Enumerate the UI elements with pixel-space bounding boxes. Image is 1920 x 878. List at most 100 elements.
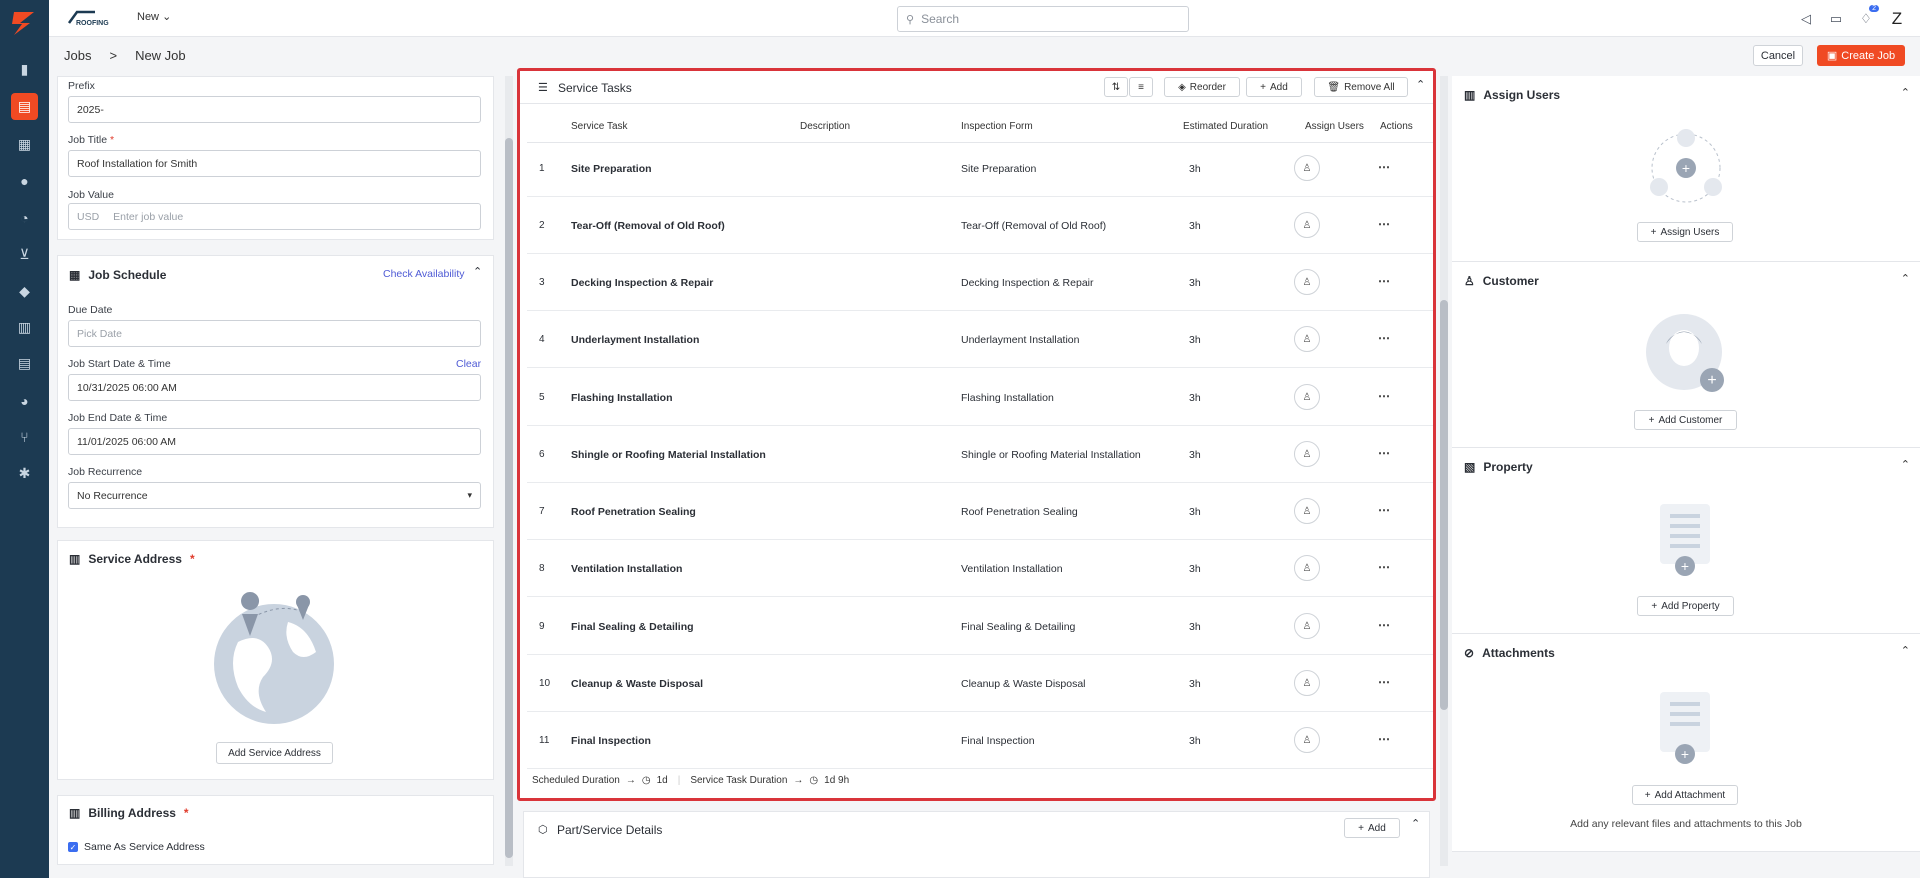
table-row[interactable]: 11 Final Inspection Final Inspection 3h ♙ ⋯	[527, 712, 1433, 769]
recurrence-select[interactable]: No Recurrence ▾	[68, 482, 481, 509]
map-icon: ▥	[69, 806, 81, 820]
start-date-field[interactable]: 10/31/2025 06:00 AM	[68, 374, 481, 401]
attachments-illustration: +	[1660, 692, 1710, 764]
assign-user-icon[interactable]: ♙	[1294, 269, 1320, 295]
chevron-up-icon[interactable]: ⌃	[1901, 86, 1910, 99]
assign-user-icon[interactable]: ♙	[1294, 613, 1320, 639]
middle-scrollbar-thumb[interactable]	[1440, 300, 1448, 710]
cancel-button[interactable]: Cancel	[1753, 45, 1803, 66]
assign-user-icon[interactable]: ♙	[1294, 555, 1320, 581]
map-icon[interactable]: ▥	[11, 314, 38, 341]
prefix-field[interactable]: 2025-	[68, 96, 481, 123]
more-actions-icon[interactable]: ⋯	[1378, 446, 1390, 460]
app-logo-icon[interactable]	[10, 8, 38, 38]
left-scrollbar-thumb[interactable]	[505, 138, 513, 858]
part-service-details-card: ⬡ Part/Service Details + Add ⌃	[523, 811, 1430, 878]
clear-link[interactable]: Clear	[456, 358, 481, 370]
more-actions-icon[interactable]: ⋯	[1378, 160, 1390, 174]
top-bar: ROOFING New ⌄ ⚲ Search ◁ ▭ ♢ 2 Z	[49, 0, 1920, 37]
customer-header: ♙ Customer	[1464, 274, 1539, 288]
remove-all-button[interactable]: 🗑 Remove All	[1314, 77, 1408, 97]
invoice-icon[interactable]: ▤	[11, 350, 38, 377]
assign-user-icon[interactable]: ♙	[1294, 441, 1320, 467]
add-property-button[interactable]: + Add Property	[1637, 596, 1734, 616]
parts-title: Part/Service Details	[557, 823, 663, 837]
workflow-icon[interactable]: ⑂	[11, 423, 38, 450]
assign-user-icon[interactable]: ♙	[1294, 498, 1320, 524]
megaphone-icon[interactable]: ◁	[1796, 9, 1816, 29]
table-row[interactable]: 7 Roof Penetration Sealing Roof Penetratio…	[527, 483, 1433, 540]
chevron-up-icon[interactable]: ⌃	[1411, 817, 1420, 830]
assign-user-icon[interactable]: ♙	[1294, 727, 1320, 753]
list-view-icon[interactable]: ≡	[1129, 77, 1153, 97]
more-actions-icon[interactable]: ⋯	[1378, 217, 1390, 231]
add-attachment-button[interactable]: + Add Attachment	[1632, 785, 1738, 805]
task-number: 11	[539, 735, 550, 746]
add-task-button[interactable]: + Add	[1246, 77, 1302, 97]
dashboard-icon[interactable]: ▮	[11, 56, 38, 83]
chevron-up-icon[interactable]: ⌃	[1901, 458, 1910, 471]
table-row[interactable]: 6 Shingle or Roofing Material Installatio…	[527, 426, 1433, 483]
more-actions-icon[interactable]: ⋯	[1378, 331, 1390, 345]
breadcrumb: Jobs > New Job	[64, 48, 186, 63]
more-actions-icon[interactable]: ⋯	[1378, 503, 1390, 517]
due-date-field[interactable]: Pick Date	[68, 320, 481, 347]
assign-user-icon[interactable]: ♙	[1294, 670, 1320, 696]
table-row[interactable]: 9 Final Sealing & Detailing Final Sealing …	[527, 598, 1433, 655]
table-row[interactable]: 5 Flashing Installation Flashing Installat…	[527, 369, 1433, 426]
job-title-field[interactable]: Roof Installation for Smith	[68, 150, 481, 177]
cart-icon[interactable]: ⊻	[11, 241, 38, 268]
jobs-icon[interactable]: ▤	[11, 93, 38, 120]
chevron-up-icon[interactable]: ⌃	[1901, 272, 1910, 285]
box-icon: ⬡	[538, 824, 548, 836]
add-part-button[interactable]: + Add	[1344, 818, 1400, 838]
search-input[interactable]: ⚲ Search	[897, 6, 1189, 32]
service-address-header: ▥ Service Address *	[69, 552, 195, 566]
assign-users-button[interactable]: + Assign Users	[1637, 222, 1733, 242]
chevron-up-icon[interactable]: ⌃	[1416, 78, 1425, 91]
check-availability-link[interactable]: Check Availability	[383, 268, 465, 280]
assign-user-icon[interactable]: ♙	[1294, 326, 1320, 352]
user-avatar[interactable]: Z	[1886, 8, 1908, 30]
assign-user-icon[interactable]: ♙	[1294, 384, 1320, 410]
chevron-up-icon[interactable]: ⌃	[1901, 644, 1910, 657]
reorder-button[interactable]: ◈ Reorder	[1164, 77, 1240, 97]
more-actions-icon[interactable]: ⋯	[1378, 618, 1390, 632]
calendar-icon[interactable]: ▦	[11, 131, 38, 158]
settings-icon[interactable]: ✱	[11, 460, 38, 487]
add-customer-button[interactable]: + Add Customer	[1634, 410, 1737, 430]
table-row[interactable]: 10 Cleanup & Waste Disposal Cleanup & Wast…	[527, 655, 1433, 712]
task-name: Tear-Off (Removal of Old Roof)	[571, 220, 725, 232]
table-row[interactable]: 4 Underlayment Installation Underlayment I…	[527, 311, 1433, 368]
end-date-field[interactable]: 11/01/2025 06:00 AM	[68, 428, 481, 455]
table-row[interactable]: 8 Ventilation Installation Ventilation Ins…	[527, 540, 1433, 597]
customers-icon[interactable]: ●	[11, 167, 38, 194]
more-actions-icon[interactable]: ⋯	[1378, 389, 1390, 403]
same-as-service-checkbox[interactable]: ✓ Same As Service Address	[68, 841, 205, 853]
more-actions-icon[interactable]: ⋯	[1378, 274, 1390, 288]
chat-icon[interactable]: ▭	[1826, 9, 1846, 29]
sort-icon[interactable]: ⇅	[1104, 77, 1128, 97]
assign-user-icon[interactable]: ♙	[1294, 212, 1320, 238]
new-menu-button[interactable]: New ⌄	[137, 10, 171, 23]
reports-icon[interactable]: ◕	[11, 387, 38, 414]
job-value-field[interactable]: USD Enter job value	[68, 203, 481, 230]
add-service-address-button[interactable]: Add Service Address	[216, 742, 333, 764]
table-row[interactable]: 1 Site Preparation Site Preparation 3h ♙ ⋯	[527, 140, 1433, 197]
table-row[interactable]: 2 Tear-Off (Removal of Old Roof) Tear-Off …	[527, 197, 1433, 254]
clock-icon[interactable]: ◔	[11, 204, 38, 231]
assign-user-icon[interactable]: ♙	[1294, 155, 1320, 181]
table-row[interactable]: 3 Decking Inspection & Repair Decking Insp…	[527, 254, 1433, 311]
plus-icon: +	[1651, 600, 1658, 612]
more-actions-icon[interactable]: ⋯	[1378, 560, 1390, 574]
more-actions-icon[interactable]: ⋯	[1378, 732, 1390, 746]
attachments-card: ⊘ Attachments ⌃ + + Add Attachment Add any…	[1452, 634, 1920, 852]
chevron-up-icon[interactable]: ⌃	[473, 265, 482, 278]
create-job-button[interactable]: ▣ Create Job	[1817, 45, 1905, 66]
service-address-title: Service Address	[88, 552, 182, 566]
breadcrumb-jobs[interactable]: Jobs	[64, 48, 91, 63]
tag-icon[interactable]: ◆	[11, 278, 38, 305]
bell-icon[interactable]: ♢ 2	[1856, 5, 1879, 29]
arrow-icon: →	[793, 775, 804, 786]
more-actions-icon[interactable]: ⋯	[1378, 675, 1390, 689]
